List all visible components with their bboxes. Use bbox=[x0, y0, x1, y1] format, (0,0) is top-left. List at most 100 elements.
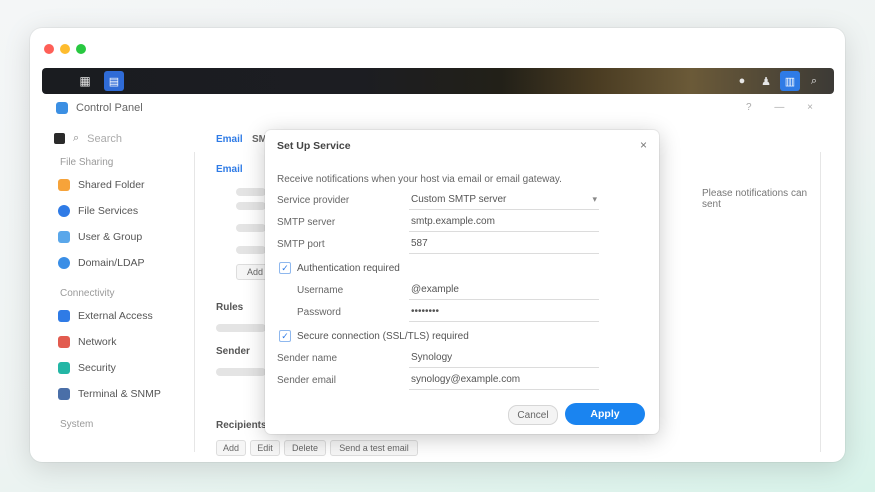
folder-icon bbox=[58, 179, 70, 191]
placeholder-line bbox=[236, 224, 266, 232]
network-icon bbox=[58, 336, 70, 348]
app-title: Control Panel bbox=[76, 102, 143, 114]
checkmark-icon: ✓ bbox=[279, 262, 291, 274]
placeholder-line bbox=[216, 368, 266, 376]
taskbar: ▦ ▤ ● ♟ ▥ ⌕ bbox=[42, 68, 834, 94]
smtp-server-row: SMTP server smtp.example.com bbox=[277, 212, 647, 232]
close-window-button[interactable] bbox=[44, 44, 54, 54]
field-label: Sender name bbox=[277, 352, 338, 364]
smtp-server-input[interactable]: smtp.example.com bbox=[409, 213, 599, 232]
sidebar-item-label: Terminal & SNMP bbox=[78, 388, 161, 400]
terminal-icon bbox=[58, 388, 70, 400]
file-services-icon bbox=[58, 205, 70, 217]
sidebar-item-label: File Services bbox=[78, 205, 139, 217]
sidebar-search-input[interactable]: Search bbox=[87, 133, 122, 145]
sender-name-row: Sender name Synology bbox=[277, 348, 647, 368]
app-window-controls[interactable]: ? — × bbox=[746, 102, 823, 113]
notification-icon[interactable]: ● bbox=[732, 71, 752, 91]
control-panel-icon bbox=[56, 102, 68, 114]
security-icon bbox=[58, 362, 70, 374]
delete-recipient-button[interactable]: Delete bbox=[284, 440, 326, 456]
dialog-title: Set Up Service bbox=[277, 140, 351, 152]
edit-recipient-button[interactable]: Edit bbox=[250, 440, 280, 456]
sender-section-title: Sender bbox=[216, 346, 250, 357]
app-title-bar: Control Panel bbox=[56, 102, 143, 114]
field-label: Service provider bbox=[277, 194, 350, 206]
sidebar-divider bbox=[194, 152, 195, 452]
widgets-icon[interactable]: ▥ bbox=[780, 71, 800, 91]
sidebar-section-header: System bbox=[60, 419, 94, 430]
password-input[interactable]: •••••••• bbox=[409, 303, 599, 322]
field-value: Custom SMTP server bbox=[411, 194, 507, 205]
right-note: Please notifications can sent bbox=[702, 188, 808, 210]
sidebar-item-user-group[interactable]: User & Group bbox=[50, 224, 194, 250]
checkbox-label: Authentication required bbox=[297, 262, 400, 274]
dialog-description: Receive notifications when your host via… bbox=[277, 174, 562, 185]
smtp-port-row: SMTP port 587 bbox=[277, 234, 647, 254]
sidebar-item-label: Network bbox=[78, 336, 117, 348]
chevron-down-icon: ▾ bbox=[592, 194, 597, 204]
sidebar-item-terminal-snmp[interactable]: Terminal & SNMP bbox=[50, 381, 194, 407]
domain-icon bbox=[58, 257, 70, 269]
sidebar-section-header: File Sharing bbox=[60, 157, 114, 168]
scrollbar[interactable] bbox=[820, 152, 821, 452]
checkbox-label: Secure connection (SSL/TLS) required bbox=[297, 330, 469, 342]
placeholder-line bbox=[236, 246, 266, 254]
sidebar-item-security[interactable]: Security bbox=[50, 355, 194, 381]
username-row: Username @example bbox=[277, 280, 647, 300]
add-recipient-button[interactable]: Add bbox=[216, 440, 246, 456]
sender-name-input[interactable]: Synology bbox=[409, 349, 599, 368]
sidebar-item-network[interactable]: Network bbox=[50, 329, 194, 355]
sidebar-item-label: Shared Folder bbox=[78, 179, 145, 191]
sidebar-toolbar: ⌕ Search bbox=[54, 132, 194, 145]
sidebar-toggle-icon[interactable] bbox=[54, 133, 65, 144]
sidebar-item-label: External Access bbox=[78, 310, 153, 322]
checkmark-icon: ✓ bbox=[279, 330, 291, 342]
service-provider-row: Service provider Custom SMTP server ▾ bbox=[277, 190, 647, 210]
app-icon[interactable]: ▤ bbox=[104, 71, 124, 91]
sender-email-row: Sender email synology@example.com bbox=[277, 370, 647, 390]
field-label: SMTP port bbox=[277, 238, 325, 250]
apply-button[interactable]: Apply bbox=[565, 403, 645, 425]
close-icon[interactable]: × bbox=[640, 138, 647, 152]
setup-service-dialog: Set Up Service × Receive notifications w… bbox=[265, 130, 659, 434]
ssl-required-checkbox[interactable]: ✓ Secure connection (SSL/TLS) required bbox=[279, 330, 469, 342]
send-test-email-button[interactable]: Send a test email bbox=[330, 440, 418, 456]
placeholder-line bbox=[216, 324, 266, 332]
placeholder-line bbox=[236, 188, 266, 196]
grid-icon[interactable]: ▦ bbox=[72, 68, 98, 94]
field-label: Username bbox=[297, 284, 344, 296]
maximize-window-button[interactable] bbox=[76, 44, 86, 54]
sidebar-item-label: Security bbox=[78, 362, 116, 374]
cancel-button[interactable]: Cancel bbox=[508, 405, 558, 425]
sidebar-item-label: Domain/LDAP bbox=[78, 257, 145, 269]
window-controls bbox=[44, 44, 86, 54]
rules-section-title: Rules bbox=[216, 302, 244, 313]
field-label: Sender email bbox=[277, 374, 336, 386]
user-icon[interactable]: ♟ bbox=[756, 71, 776, 91]
user-group-icon bbox=[58, 231, 70, 243]
sender-email-input[interactable]: synology@example.com bbox=[409, 371, 599, 390]
external-access-icon bbox=[58, 310, 70, 322]
sidebar-item-file-services[interactable]: File Services bbox=[50, 198, 194, 224]
email-section-title: Email bbox=[216, 164, 243, 175]
placeholder-line bbox=[236, 202, 266, 210]
minimize-window-button[interactable] bbox=[60, 44, 70, 54]
sidebar-item-domain-ldap[interactable]: Domain/LDAP bbox=[50, 250, 194, 276]
search-icon[interactable]: ⌕ bbox=[73, 132, 79, 145]
password-row: Password •••••••• bbox=[277, 302, 647, 322]
sidebar-section-header: Connectivity bbox=[60, 288, 115, 299]
service-provider-select[interactable]: Custom SMTP server ▾ bbox=[409, 191, 599, 210]
sidebar-item-external-access[interactable]: External Access bbox=[50, 303, 194, 329]
search-icon[interactable]: ⌕ bbox=[804, 71, 824, 91]
tab-email[interactable]: Email bbox=[216, 134, 243, 145]
sidebar: ⌕ Search File Sharing Shared Folder File… bbox=[50, 128, 194, 458]
sidebar-item-shared-folder[interactable]: Shared Folder bbox=[50, 172, 194, 198]
username-input[interactable]: @example bbox=[409, 281, 599, 300]
field-label: SMTP server bbox=[277, 216, 336, 228]
smtp-port-input[interactable]: 587 bbox=[409, 235, 599, 254]
sidebar-item-label: User & Group bbox=[78, 231, 143, 243]
auth-required-checkbox[interactable]: ✓ Authentication required bbox=[279, 262, 400, 274]
recipients-section-title: Recipients bbox=[216, 420, 267, 431]
field-label: Password bbox=[297, 306, 341, 318]
